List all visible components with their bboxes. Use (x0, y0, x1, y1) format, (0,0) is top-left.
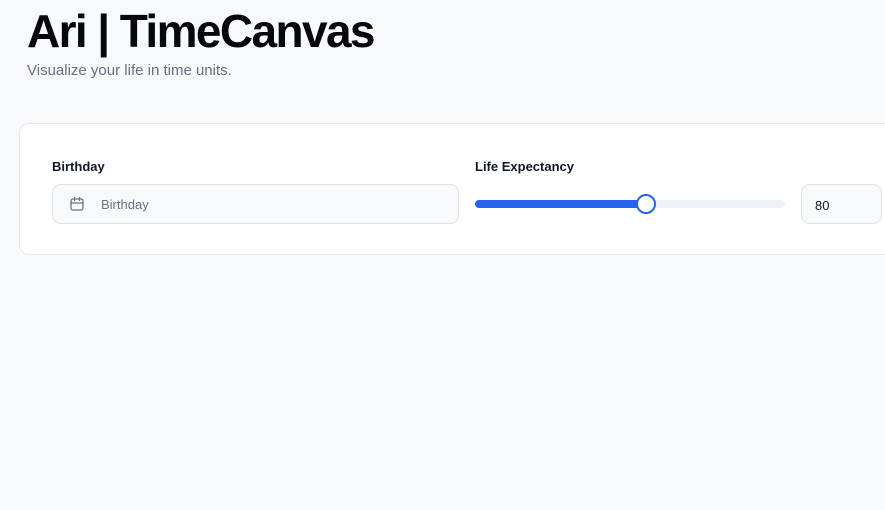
life-expectancy-label: Life Expectancy (475, 159, 574, 174)
birthday-label: Birthday (52, 159, 105, 174)
life-expectancy-slider[interactable] (475, 194, 785, 214)
settings-card: Birthday Birthday Life Expectancy 80 (19, 123, 885, 255)
slider-thumb[interactable] (635, 194, 656, 214)
calendar-icon (69, 196, 85, 212)
page-subtitle: Visualize your life in time units. (27, 62, 232, 79)
slider-fill (475, 200, 646, 208)
life-expectancy-input[interactable]: 80 (801, 184, 882, 224)
page-header: Ari | TimeCanvas Visualize your life in … (27, 0, 376, 81)
life-expectancy-value[interactable]: 80 (815, 197, 829, 214)
birthday-placeholder: Birthday (101, 197, 149, 212)
birthday-date-picker[interactable]: Birthday (52, 184, 459, 224)
page-title: Ari | TimeCanvas (27, 5, 376, 57)
